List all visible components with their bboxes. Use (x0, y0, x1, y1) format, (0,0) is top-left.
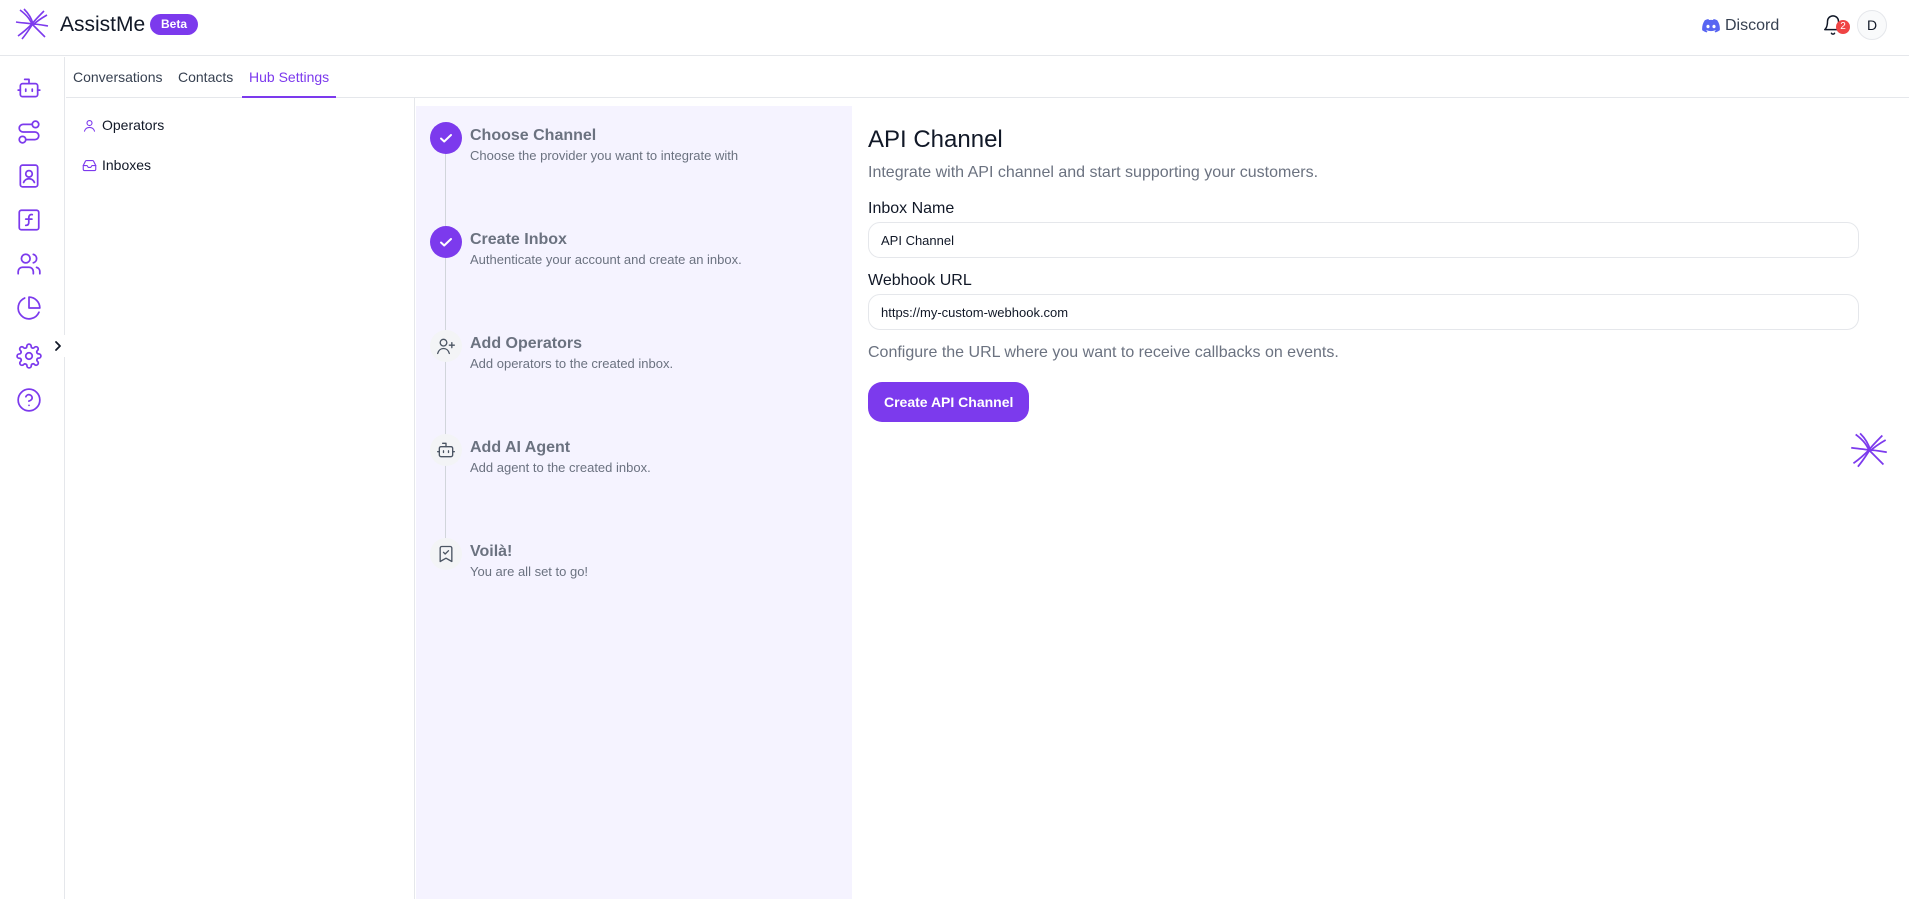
inbox-icon (82, 159, 97, 171)
step-title: Voilà! (470, 543, 513, 560)
assistme-logo-icon[interactable] (14, 6, 50, 42)
step-title: Add Operators (470, 335, 583, 352)
step-choose-channel: Choose Channel Choose the provider you w… (430, 122, 850, 182)
contact-book-icon[interactable] (16, 163, 42, 189)
step-title: Add AI Agent (470, 439, 571, 456)
notification-count-badge: 2 (1836, 20, 1850, 34)
users-icon[interactable] (16, 251, 42, 277)
top-header: AssistMe Beta Discord 2 D (0, 0, 1909, 56)
step-voila: Voilà! You are all set to go! (430, 538, 850, 598)
webhook-url-label: Webhook URL (868, 272, 972, 289)
step-title: Create Inbox (470, 231, 567, 248)
create-api-channel-button[interactable]: Create API Channel (868, 382, 1030, 422)
step-description: You are all set to go! (470, 564, 589, 579)
setup-stepper: Choose Channel Choose the provider you w… (416, 106, 852, 899)
inbox-name-label: Inbox Name (868, 200, 955, 217)
step-add-ai-agent: Add AI Agent Add agent to the created in… (430, 434, 850, 494)
help-icon[interactable] (16, 387, 42, 413)
step-description: Add agent to the created inbox. (470, 460, 651, 475)
inbox-name-input[interactable] (868, 222, 1859, 258)
app-name: AssistMe (60, 13, 146, 36)
tab-hub-settings[interactable]: Hub Settings (242, 57, 337, 98)
assistant-launcher-icon[interactable] (1849, 430, 1889, 470)
sidebar-item-operators[interactable]: Operators (82, 115, 164, 135)
user-avatar[interactable]: D (1857, 10, 1887, 40)
user-plus-icon (437, 338, 455, 355)
step-status (430, 434, 462, 466)
bot-icon (437, 442, 455, 458)
check-icon (440, 238, 452, 247)
chevron-right-icon (55, 341, 61, 351)
check-icon (440, 134, 452, 143)
step-create-inbox: Create Inbox Authenticate your account a… (430, 226, 850, 286)
sidebar-item-label: Inboxes (102, 157, 152, 173)
pie-chart-icon[interactable] (16, 295, 42, 321)
webhook-url-input[interactable] (868, 294, 1859, 330)
rail-toggle-button[interactable] (48, 335, 68, 357)
settings-sidebar: Operators Inboxes (66, 98, 415, 899)
workflow-icon[interactable] (16, 119, 42, 145)
function-icon[interactable] (16, 207, 42, 233)
tab-contacts[interactable]: Contacts (178, 57, 233, 98)
step-title: Choose Channel (470, 127, 597, 144)
bot-icon[interactable] (16, 75, 42, 101)
sidebar-item-inboxes[interactable]: Inboxes (82, 155, 151, 175)
step-status (430, 330, 462, 362)
icon-rail (0, 57, 68, 899)
webhook-hint: Configure the URL where you want to rece… (868, 344, 1339, 361)
sidebar-item-label: Operators (102, 117, 165, 133)
discord-label: Discord (1725, 17, 1780, 34)
bookmark-check-icon (439, 545, 453, 563)
step-description: Add operators to the created inbox. (470, 356, 674, 371)
main-tabs: Conversations Contacts Hub Settings (66, 57, 1909, 98)
tab-conversations[interactable]: Conversations (73, 57, 163, 98)
page-subtitle: Integrate with API channel and start sup… (868, 164, 1319, 181)
beta-badge: Beta (150, 14, 199, 35)
gear-icon[interactable] (16, 343, 42, 369)
discord-link[interactable]: Discord (1702, 15, 1779, 37)
step-description: Choose the provider you want to integrat… (470, 148, 739, 163)
step-add-operators: Add Operators Add operators to the creat… (430, 330, 850, 390)
page-title: API Channel (868, 126, 1003, 153)
step-status (430, 226, 462, 258)
step-status (430, 538, 462, 570)
step-status (430, 122, 462, 154)
step-description: Authenticate your account and create an … (470, 252, 742, 267)
discord-icon (1702, 19, 1720, 33)
user-icon (83, 119, 96, 132)
